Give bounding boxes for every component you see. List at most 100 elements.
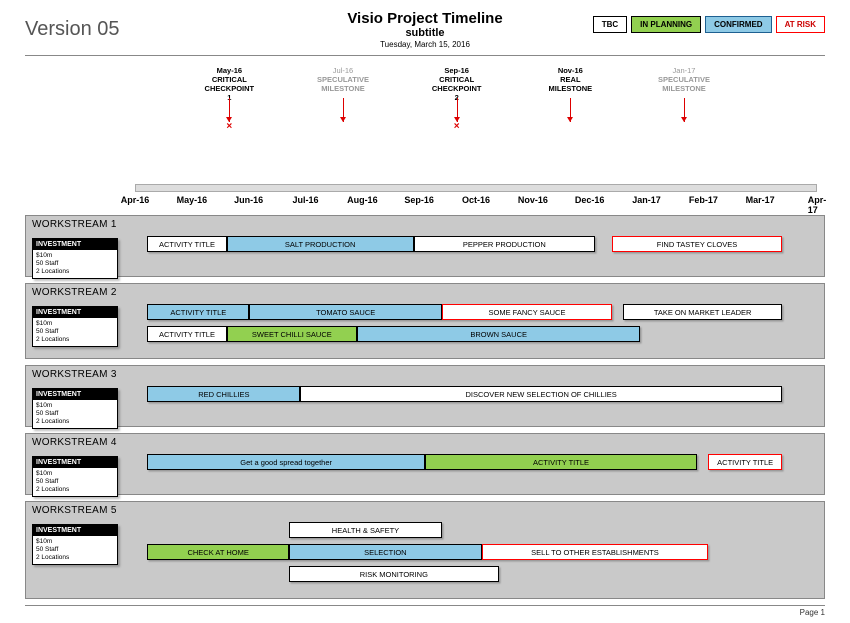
activity-bar: SOME FANCY SAUCE	[442, 304, 612, 320]
activity-bar: RED CHILLIES	[147, 386, 300, 402]
milestone: Sep-16CRITICALCHECKPOINT2×	[412, 66, 502, 102]
milestone-date: May-16	[184, 66, 274, 75]
axis-tick: Apr-17	[808, 195, 827, 215]
axis-tick: Jan-17	[632, 195, 661, 205]
legend-planning: IN PLANNING	[631, 16, 701, 33]
track-row: RED CHILLIESDISCOVER NEW SELECTION OF CH…	[136, 386, 816, 404]
activity-bar: TAKE ON MARKET LEADER	[623, 304, 782, 320]
track-row: HEALTH & SAFETY	[136, 522, 816, 540]
investment-head: INVESTMENT	[33, 389, 117, 400]
legend-tbc: TBC	[593, 16, 627, 33]
milestone-x-icon: ×	[454, 121, 460, 133]
investment-box: INVESTMENT$10m50 Staff2 Locations	[32, 388, 118, 429]
activity-bar: DISCOVER NEW SELECTION OF CHILLIES	[300, 386, 782, 402]
milestone-date: Nov-16	[525, 66, 615, 75]
axis-tick: Sep-16	[404, 195, 434, 205]
version-label: Version 05	[25, 18, 120, 41]
activity-bar: ACTIVITY TITLE	[147, 304, 249, 320]
activity-bar: SWEET CHILLI SAUCE	[227, 326, 357, 342]
footer-page: Page 1	[25, 605, 825, 617]
activity-bar: CHECK AT HOME	[147, 544, 289, 560]
milestone-date: Jul-16	[298, 66, 388, 75]
milestone-date: Sep-16	[412, 66, 502, 75]
track-area: Get a good spread togetherACTIVITY TITLE…	[136, 454, 816, 472]
workstream: WORKSTREAM 4 INVESTMENT$10m50 Staff2 Loca…	[25, 433, 825, 495]
investment-head: INVESTMENT	[33, 525, 117, 536]
investment-head: INVESTMENT	[33, 307, 117, 318]
milestone-line1: REAL	[525, 75, 615, 84]
axis-tick: Jun-16	[234, 195, 263, 205]
milestone-date: Jan-17	[639, 66, 729, 75]
milestones-row: May-16CRITICALCHECKPOINT1×Jul-16SPECULAT…	[135, 66, 817, 126]
workstream: WORKSTREAM 5 INVESTMENT$10m50 Staff2 Loca…	[25, 501, 825, 599]
activity-bar: BROWN SAUCE	[357, 326, 640, 342]
activity-bar: SELECTION	[289, 544, 482, 560]
workstream-title: WORKSTREAM 1	[26, 216, 824, 232]
axis-tick: Feb-17	[689, 195, 718, 205]
activity-bar: ACTIVITY TITLE	[708, 454, 782, 470]
workstream-title: WORKSTREAM 3	[26, 366, 824, 382]
investment-head: INVESTMENT	[33, 457, 117, 468]
investment-box: INVESTMENT$10m50 Staff2 Locations	[32, 238, 118, 279]
milestone-line1: CRITICAL	[184, 75, 274, 84]
milestone-x-icon: ×	[226, 121, 232, 133]
investment-head: INVESTMENT	[33, 239, 117, 250]
legend-risk: AT RISK	[776, 16, 825, 33]
track-row: ACTIVITY TITLETOMATO SAUCESOME FANCY SAU…	[136, 304, 816, 322]
activity-bar: Get a good spread together	[147, 454, 425, 470]
milestone-line2: MILESTONE	[639, 84, 729, 93]
activity-bar: TOMATO SAUCE	[249, 304, 442, 320]
axis-labels: Apr-16May-16Jun-16Jul-16Aug-16Sep-16Oct-…	[135, 195, 817, 209]
milestone: Jan-17SPECULATIVEMILESTONE	[639, 66, 729, 93]
investment-box: INVESTMENT$10m50 Staff2 Locations	[32, 524, 118, 565]
activity-bar: FIND TASTEY CLOVES	[612, 236, 782, 252]
activity-bar: PEPPER PRODUCTION	[414, 236, 595, 252]
investment-body: $10m50 Staff2 Locations	[33, 468, 117, 496]
workstream: WORKSTREAM 1 INVESTMENT$10m50 Staff2 Loca…	[25, 215, 825, 277]
investment-body: $10m50 Staff2 Locations	[33, 318, 117, 346]
header: Version 05 Visio Project Timeline subtit…	[25, 10, 825, 56]
page-date: Tuesday, March 15, 2016	[25, 40, 825, 49]
axis-tick: Aug-16	[347, 195, 378, 205]
milestone-line2: CHECKPOINT	[412, 84, 502, 93]
axis-tick: Oct-16	[462, 195, 490, 205]
workstream: WORKSTREAM 2 INVESTMENT$10m50 Staff2 Loca…	[25, 283, 825, 359]
investment-box: INVESTMENT$10m50 Staff2 Locations	[32, 306, 118, 347]
activity-bar: ACTIVITY TITLE	[425, 454, 697, 470]
workstream: WORKSTREAM 3 INVESTMENT$10m50 Staff2 Loca…	[25, 365, 825, 427]
axis-tick: May-16	[177, 195, 208, 205]
milestone: Jul-16SPECULATIVEMILESTONE	[298, 66, 388, 93]
milestone: Nov-16REALMILESTONE	[525, 66, 615, 93]
axis-bar	[135, 184, 817, 192]
workstream-title: WORKSTREAM 2	[26, 284, 824, 300]
workstream-title: WORKSTREAM 5	[26, 502, 824, 518]
investment-box: INVESTMENT$10m50 Staff2 Locations	[32, 456, 118, 497]
milestone-line1: SPECULATIVE	[298, 75, 388, 84]
axis-tick: Apr-16	[121, 195, 150, 205]
axis-tick: Jul-16	[292, 195, 318, 205]
workstream-title: WORKSTREAM 4	[26, 434, 824, 450]
activity-bar: RISK MONITORING	[289, 566, 499, 582]
track-row: Get a good spread togetherACTIVITY TITLE…	[136, 454, 816, 472]
milestone-arrow-icon	[684, 98, 685, 122]
track-row: CHECK AT HOMESELECTIONSELL TO OTHER ESTA…	[136, 544, 816, 562]
axis-tick: Nov-16	[518, 195, 548, 205]
track-area: HEALTH & SAFETY CHECK AT HOMESELECTIONSEL…	[136, 522, 816, 584]
axis-tick: Dec-16	[575, 195, 605, 205]
activity-bar: ACTIVITY TITLE	[147, 236, 226, 252]
activity-bar: SELL TO OTHER ESTABLISHMENTS	[482, 544, 709, 560]
axis-tick: Mar-17	[746, 195, 775, 205]
legend-confirmed: CONFIRMED	[705, 16, 771, 33]
investment-body: $10m50 Staff2 Locations	[33, 400, 117, 428]
milestone-arrow-icon	[570, 98, 571, 122]
track-area: ACTIVITY TITLETOMATO SAUCESOME FANCY SAU…	[136, 304, 816, 344]
timeline: May-16CRITICALCHECKPOINT1×Jul-16SPECULAT…	[25, 60, 825, 209]
track-area: ACTIVITY TITLESALT PRODUCTIONPEPPER PROD…	[136, 236, 816, 254]
track-row: ACTIVITY TITLESWEET CHILLI SAUCEBROWN SA…	[136, 326, 816, 344]
milestone-line2: MILESTONE	[298, 84, 388, 93]
legend: TBC IN PLANNING CONFIRMED AT RISK	[593, 16, 825, 33]
milestone-line2: MILESTONE	[525, 84, 615, 93]
track-area: RED CHILLIESDISCOVER NEW SELECTION OF CH…	[136, 386, 816, 404]
activity-bar: SALT PRODUCTION	[227, 236, 414, 252]
investment-body: $10m50 Staff2 Locations	[33, 250, 117, 278]
